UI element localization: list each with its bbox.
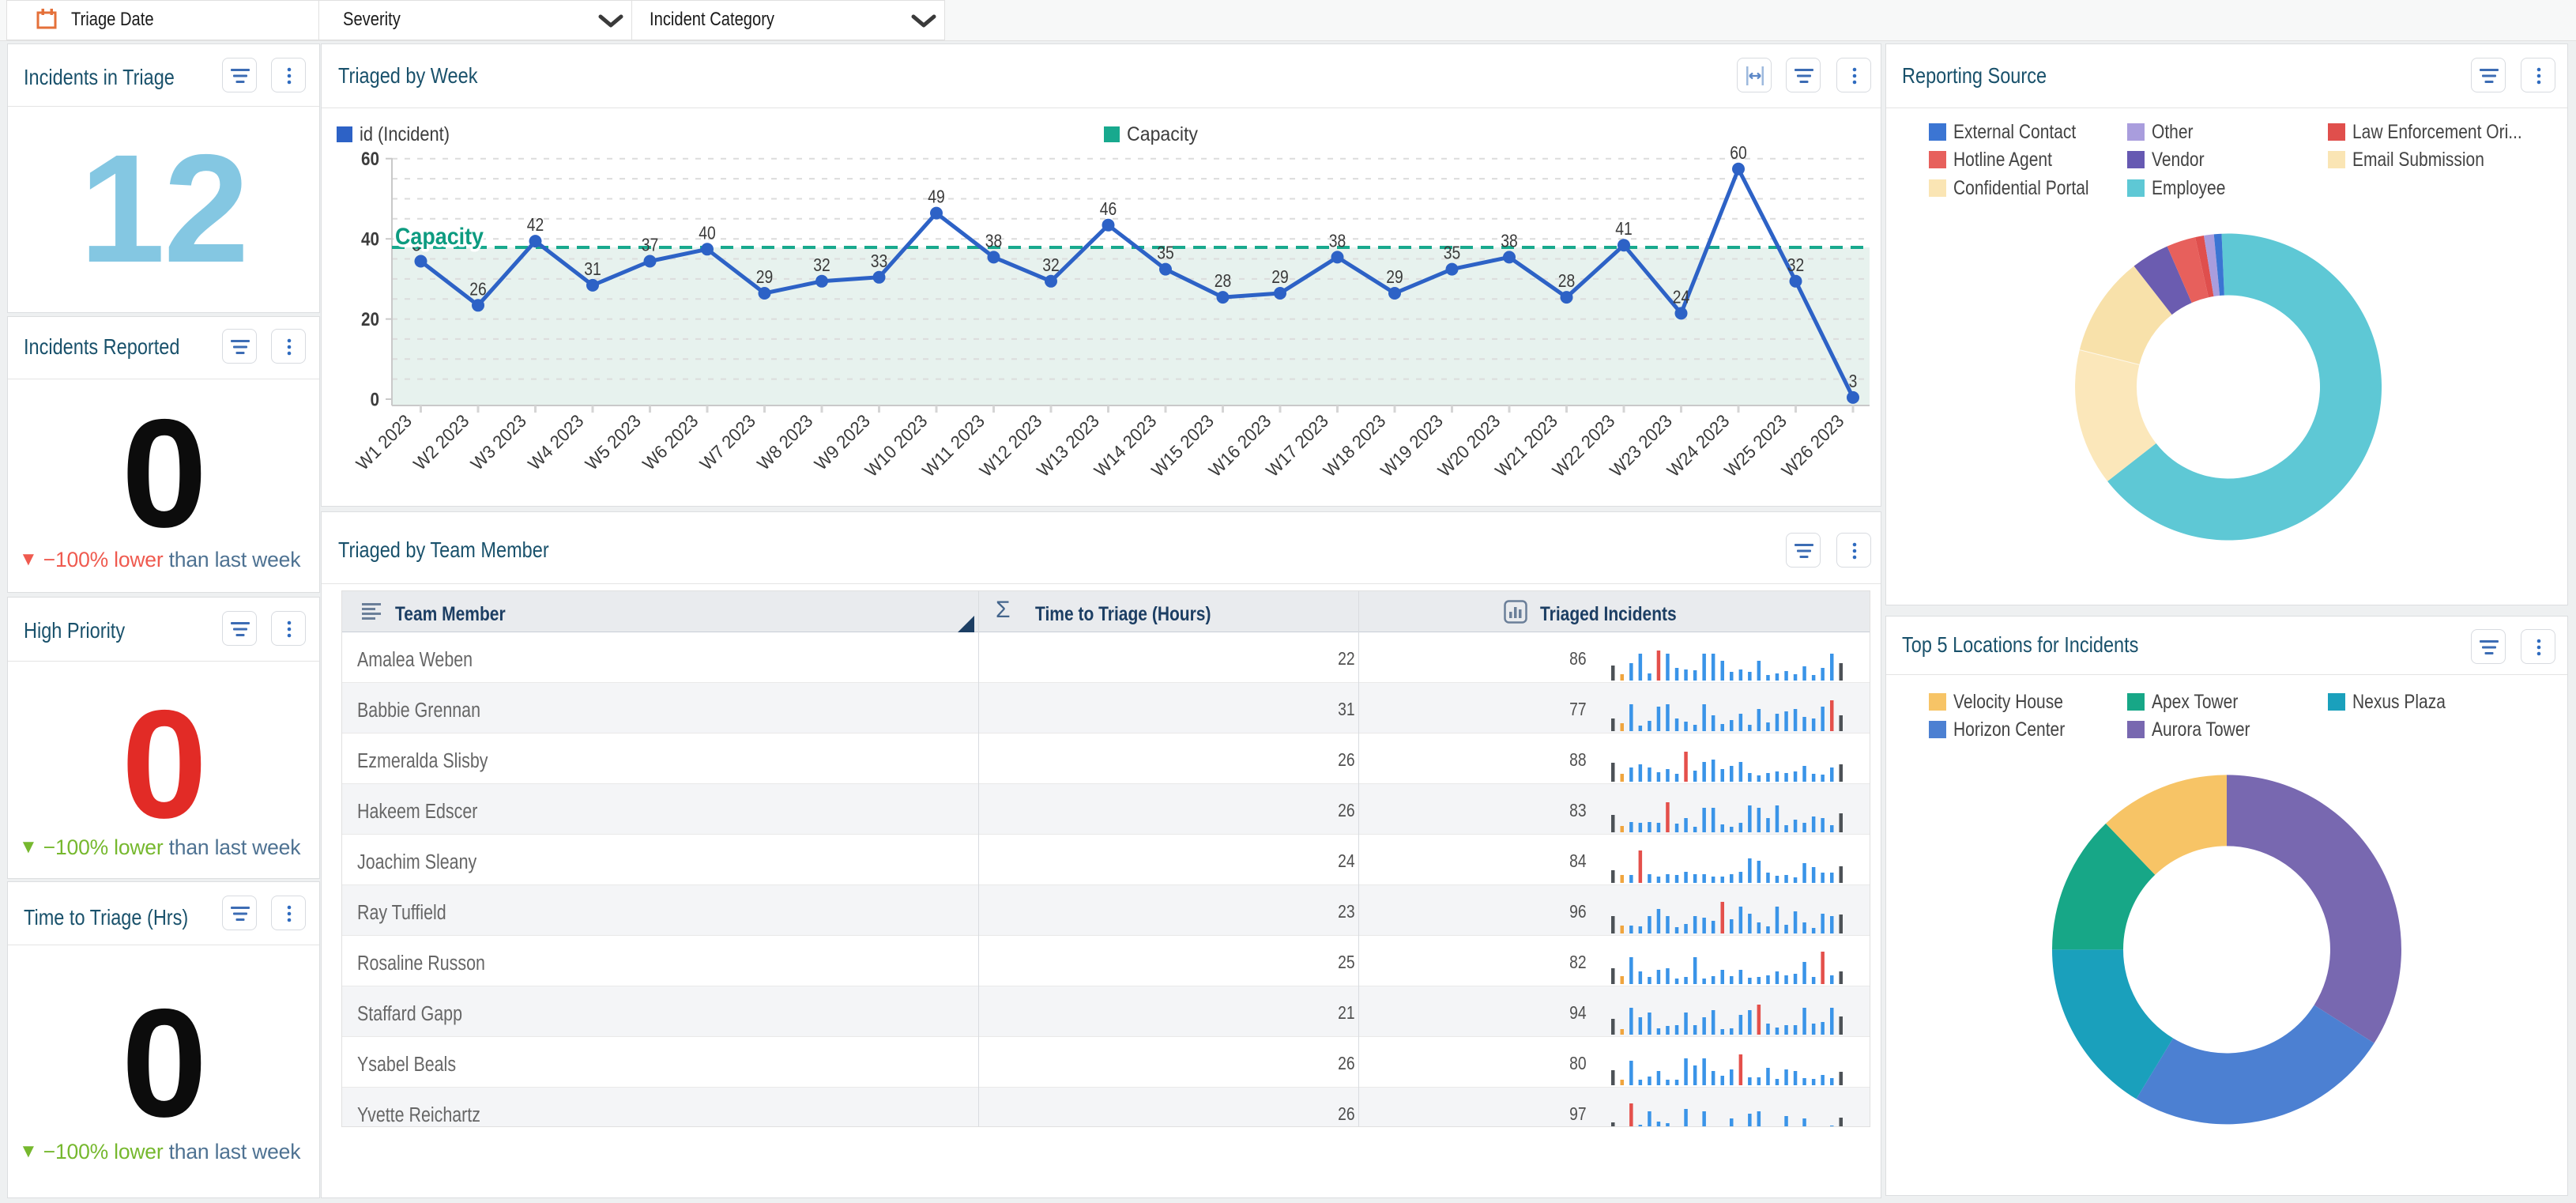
svg-text:W15 2023: W15 2023: [1147, 410, 1218, 481]
svg-text:26: 26: [469, 278, 487, 299]
svg-text:31: 31: [584, 258, 601, 279]
svg-text:28: 28: [1558, 270, 1576, 291]
svg-text:41: 41: [1615, 218, 1633, 239]
svg-text:29: 29: [1386, 266, 1403, 287]
svg-text:38: 38: [1329, 230, 1346, 251]
svg-text:W1 2023: W1 2023: [352, 410, 416, 474]
svg-text:W7 2023: W7 2023: [695, 410, 759, 474]
svg-text:Capacity: Capacity: [395, 224, 484, 250]
svg-text:33: 33: [871, 251, 888, 271]
svg-text:W16 2023: W16 2023: [1204, 410, 1275, 481]
svg-text:60: 60: [361, 149, 379, 170]
svg-text:29: 29: [1271, 266, 1289, 287]
svg-text:35: 35: [1444, 243, 1461, 263]
svg-text:W10 2023: W10 2023: [861, 410, 931, 481]
svg-text:id (Incident): id (Incident): [360, 123, 450, 145]
svg-text:W24 2023: W24 2023: [1663, 410, 1733, 481]
svg-text:40: 40: [699, 222, 716, 243]
svg-text:W25 2023: W25 2023: [1720, 410, 1791, 481]
svg-text:40: 40: [361, 229, 379, 251]
svg-text:W26 2023: W26 2023: [1777, 410, 1847, 481]
svg-text:38: 38: [1501, 230, 1518, 251]
svg-text:W6 2023: W6 2023: [638, 410, 702, 474]
svg-text:24: 24: [1673, 286, 1690, 307]
svg-text:28: 28: [1215, 270, 1232, 291]
svg-text:0: 0: [371, 390, 380, 411]
svg-text:46: 46: [1100, 198, 1117, 219]
svg-text:W3 2023: W3 2023: [466, 410, 530, 474]
svg-text:W14 2023: W14 2023: [1090, 410, 1160, 481]
svg-text:29: 29: [756, 266, 774, 287]
svg-text:32: 32: [1042, 255, 1060, 275]
svg-text:W4 2023: W4 2023: [524, 410, 588, 474]
svg-text:42: 42: [527, 214, 544, 235]
svg-text:20: 20: [361, 309, 379, 330]
svg-text:W12 2023: W12 2023: [975, 410, 1045, 481]
svg-text:W23 2023: W23 2023: [1606, 410, 1676, 481]
svg-text:Capacity: Capacity: [1127, 123, 1198, 145]
svg-text:32: 32: [813, 255, 830, 275]
svg-text:37: 37: [642, 235, 659, 255]
svg-text:W20 2023: W20 2023: [1433, 410, 1504, 481]
svg-text:W17 2023: W17 2023: [1262, 410, 1332, 481]
svg-text:W18 2023: W18 2023: [1319, 410, 1389, 481]
svg-text:W11 2023: W11 2023: [918, 410, 989, 481]
svg-text:32: 32: [1787, 255, 1805, 275]
svg-text:49: 49: [928, 187, 945, 207]
svg-text:W13 2023: W13 2023: [1033, 410, 1103, 481]
svg-text:W2 2023: W2 2023: [409, 410, 473, 474]
svg-text:38: 38: [985, 230, 1003, 251]
svg-text:W5 2023: W5 2023: [581, 410, 645, 474]
svg-text:W22 2023: W22 2023: [1548, 410, 1618, 481]
svg-text:60: 60: [1730, 142, 1747, 163]
svg-text:35: 35: [1157, 243, 1174, 263]
svg-text:W8 2023: W8 2023: [753, 410, 817, 474]
svg-text:W19 2023: W19 2023: [1377, 410, 1447, 481]
svg-text:3: 3: [1849, 371, 1858, 391]
svg-text:W21 2023: W21 2023: [1491, 410, 1561, 481]
